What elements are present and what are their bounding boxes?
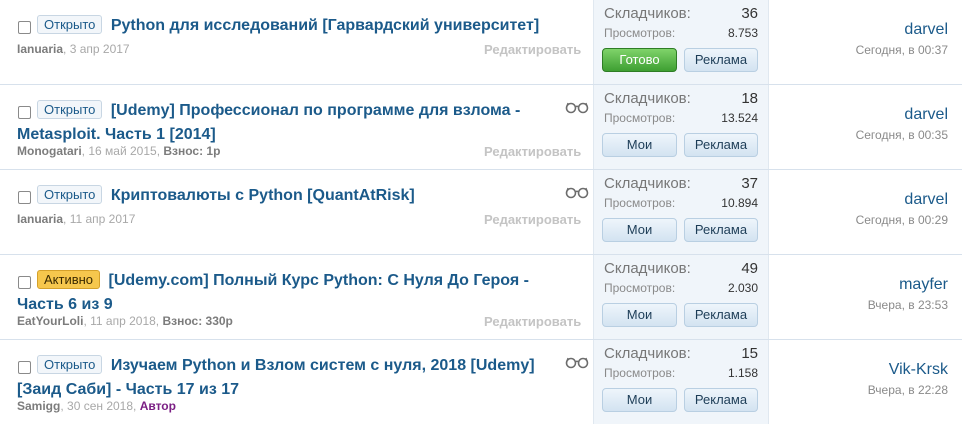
mine-button[interactable]: Мои (602, 303, 677, 327)
thread-author-link[interactable]: Ianuaria (17, 42, 63, 56)
thread-author-role: Автор (139, 399, 176, 413)
participants-count: 37 (741, 175, 758, 192)
ad-button[interactable]: Реклама (684, 133, 758, 157)
stats-panel: Складчиков: 49 Просмотров: 2.030 Мои Рекла… (593, 255, 769, 339)
edit-link[interactable]: Редактировать (484, 212, 581, 227)
last-poster-link[interactable]: Vik-Krsk (889, 361, 948, 379)
views-label: Просмотров: (604, 366, 676, 380)
views-label: Просмотров: (604, 111, 676, 125)
edit-link[interactable]: Редактировать (484, 314, 581, 329)
done-button[interactable]: Готово (602, 48, 677, 72)
thread-date: 16 май 2015 (88, 144, 157, 158)
participants-label: Складчиков: (604, 5, 691, 22)
thread-fee: Взнос: 330р (162, 314, 233, 328)
thread-meta: EatYourLoli, 11 апр 2018, Взнос: 330р (17, 314, 233, 328)
thread-author-link[interactable]: Monogatari (17, 144, 82, 158)
thread-date: 30 сен 2018 (67, 399, 134, 413)
thread-meta: Ianuaria, 11 апр 2017 (17, 212, 136, 226)
last-poster-link[interactable]: darvel (904, 106, 948, 124)
ad-button[interactable]: Реклама (684, 48, 758, 72)
thread-date: 11 апр 2018 (90, 314, 156, 328)
thread-title-link[interactable]: Криптовалюты с Python [QuantAtRisk] (111, 187, 415, 204)
participants-label: Складчиков: (604, 260, 691, 277)
participants-label: Складчиков: (604, 175, 691, 192)
views-label: Просмотров: (604, 281, 676, 295)
thread-row: Открыто Криптовалюты с Python [QuantAtRi… (0, 170, 962, 255)
views-label: Просмотров: (604, 196, 676, 210)
last-post-time[interactable]: Сегодня, в 00:29 (856, 213, 948, 227)
ad-button[interactable]: Реклама (684, 218, 758, 242)
views-count: 13.524 (721, 111, 758, 125)
participants-count: 49 (741, 260, 758, 277)
watched-glasses-icon[interactable] (565, 355, 589, 369)
views-count: 2.030 (727, 281, 758, 295)
last-post-time[interactable]: Вчера, в 22:28 (868, 383, 948, 397)
thread-row: Активно [Udemy.com] Полный Курс Python: … (0, 255, 962, 340)
thread-date: 11 апр 2017 (69, 212, 136, 226)
ad-button[interactable]: Реклама (684, 388, 758, 412)
edit-link[interactable]: Редактировать (484, 42, 581, 57)
thread-row: Открыто [Udemy] Профессионал по программ… (0, 85, 962, 170)
thread-title-block: Открыто [Udemy] Профессионал по программ… (17, 99, 557, 147)
views-count: 10.894 (721, 196, 758, 210)
views-count: 1.158 (727, 366, 758, 380)
thread-author-link[interactable]: EatYourLoli (17, 314, 83, 328)
watched-glasses-icon[interactable] (565, 185, 589, 199)
participants-count: 18 (741, 90, 758, 107)
thread-author-link[interactable]: Samigg (17, 399, 60, 413)
thread-meta: Samigg, 30 сен 2018, Автор (17, 399, 176, 413)
views-count: 8.753 (727, 26, 758, 40)
thread-title-block: Активно [Udemy.com] Полный Курс Python: … (17, 269, 557, 317)
thread-title-block: Открыто Python для исследований [Гарвард… (17, 14, 557, 38)
last-poster-link[interactable]: darvel (904, 21, 948, 39)
last-poster-link[interactable]: darvel (904, 191, 948, 209)
last-post-time[interactable]: Сегодня, в 00:37 (856, 43, 948, 57)
last-post-time[interactable]: Сегодня, в 00:35 (856, 128, 948, 142)
participants-label: Складчиков: (604, 90, 691, 107)
thread-list: Открыто Python для исследований [Гарвард… (0, 0, 962, 424)
thread-prefix-badge[interactable]: Открыто (37, 100, 103, 119)
edit-link[interactable]: Редактировать (484, 144, 581, 159)
stats-panel: Складчиков: 36 Просмотров: 8.753 Готово Ре… (593, 0, 769, 84)
thread-meta: Ianuaria, 3 апр 2017 (17, 42, 130, 56)
mine-button[interactable]: Мои (602, 218, 677, 242)
watched-glasses-icon[interactable] (565, 100, 589, 114)
mine-button[interactable]: Мои (602, 133, 677, 157)
ad-button[interactable]: Реклама (684, 303, 758, 327)
thread-date: 3 апр 2017 (69, 42, 130, 56)
thread-title-block: Открыто Изучаем Python и Взлом систем с … (17, 354, 557, 402)
thread-title-block: Открыто Криптовалюты с Python [QuantAtRi… (17, 184, 557, 208)
stats-panel: Складчиков: 18 Просмотров: 13.524 Мои Рекл… (593, 85, 769, 169)
mine-button[interactable]: Мои (602, 388, 677, 412)
thread-prefix-badge[interactable]: Активно (37, 270, 101, 289)
thread-fee: Взнос: 1р (163, 144, 221, 158)
thread-title-link[interactable]: Python для исследований [Гарвардский уни… (111, 17, 539, 34)
thread-row: Открыто Изучаем Python и Взлом систем с … (0, 340, 962, 424)
participants-count: 36 (741, 5, 758, 22)
last-post-time[interactable]: Вчера, в 23:53 (868, 298, 948, 312)
thread-prefix-badge[interactable]: Открыто (37, 355, 103, 374)
participants-label: Складчиков: (604, 345, 691, 362)
thread-prefix-badge[interactable]: Открыто (37, 15, 103, 34)
views-label: Просмотров: (604, 26, 676, 40)
thread-author-link[interactable]: Ianuaria (17, 212, 63, 226)
stats-panel: Складчиков: 15 Просмотров: 1.158 Мои Рекла… (593, 340, 769, 424)
last-poster-link[interactable]: mayfer (899, 276, 948, 294)
thread-meta: Monogatari, 16 май 2015, Взнос: 1р (17, 144, 221, 158)
stats-panel: Складчиков: 37 Просмотров: 10.894 Мои Рекл… (593, 170, 769, 254)
participants-count: 15 (741, 345, 758, 362)
thread-prefix-badge[interactable]: Открыто (37, 185, 103, 204)
thread-row: Открыто Python для исследований [Гарвард… (0, 0, 962, 85)
